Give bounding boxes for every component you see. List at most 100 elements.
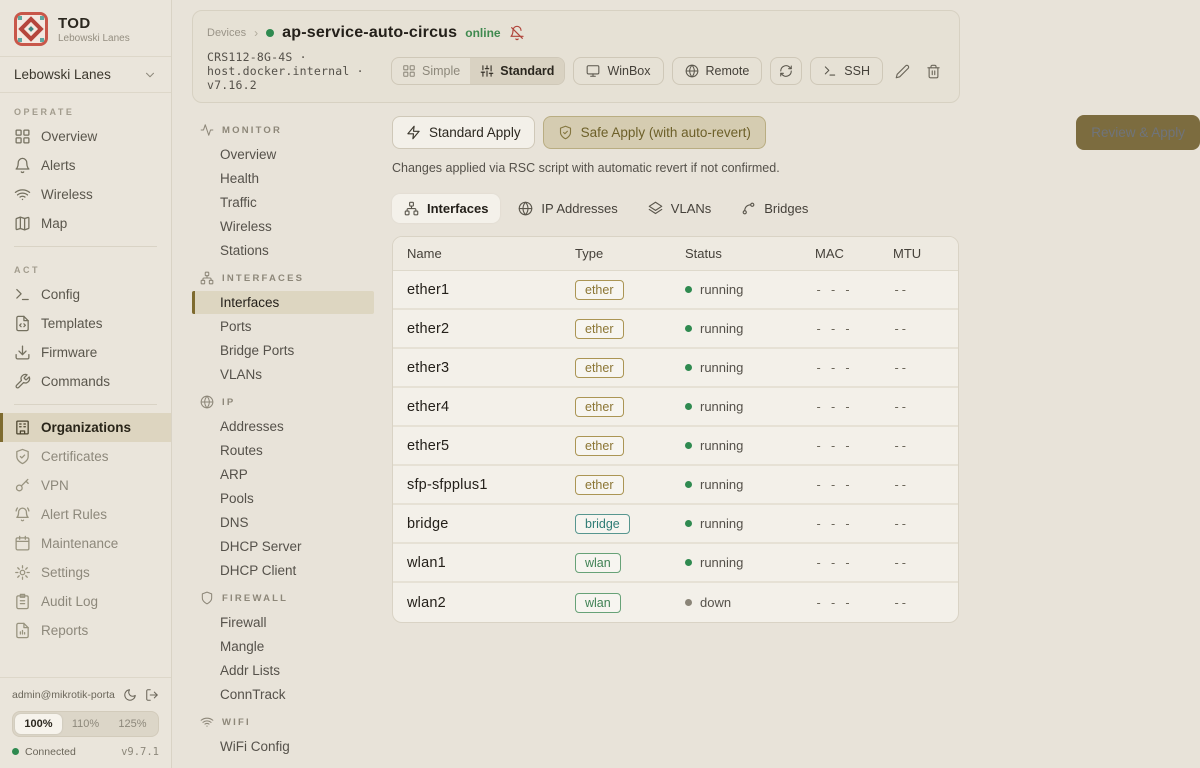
view-option-simple[interactable]: Simple <box>392 58 470 84</box>
table-row[interactable]: bridge bridge running - - - -- <box>393 505 958 544</box>
remote-button[interactable]: Remote <box>672 57 763 85</box>
standard-apply-button[interactable]: Standard Apply <box>392 116 535 149</box>
table-header: Name Type Status MAC MTU <box>393 237 958 271</box>
layers-icon <box>648 201 663 216</box>
subnav-item-addresses[interactable]: Addresses <box>192 415 374 438</box>
sidebar-item-templates[interactable]: Templates <box>0 309 171 338</box>
zoom-option-100-[interactable]: 100% <box>15 714 62 734</box>
org-selector[interactable]: Lebowski Lanes <box>0 56 171 93</box>
mtu-value: -- <box>893 361 944 375</box>
table-row[interactable]: ether1 ether running - - - -- <box>393 271 958 310</box>
sidebar-item-alerts[interactable]: Alerts <box>0 151 171 180</box>
tab-interfaces[interactable]: Interfaces <box>392 194 500 223</box>
subnav-item-interfaces[interactable]: Interfaces <box>192 291 374 314</box>
mac-value: - - - <box>815 478 893 492</box>
subnav-item-bridge-ports[interactable]: Bridge Ports <box>192 339 374 362</box>
sidebar-item-organizations[interactable]: Organizations <box>0 413 171 442</box>
table-row[interactable]: ether2 ether running - - - -- <box>393 310 958 349</box>
sidebar-item-label: Templates <box>41 316 103 331</box>
review-apply-button[interactable]: Review & Apply <box>1076 115 1200 150</box>
sidebar-item-commands[interactable]: Commands <box>0 367 171 396</box>
breadcrumb-devices[interactable]: Devices <box>207 27 246 39</box>
tab-bridges[interactable]: Bridges <box>729 194 820 223</box>
org-selector-value: Lebowski Lanes <box>14 67 111 82</box>
sidebar-item-map[interactable]: Map <box>0 209 171 238</box>
nav-group-label: OPERATE <box>0 97 171 122</box>
main-panel: Standard Apply Safe Apply (with auto-rev… <box>392 111 1200 768</box>
key-icon <box>14 477 31 494</box>
subnav-item-wireless[interactable]: Wireless <box>192 215 374 238</box>
interface-name: ether3 <box>407 360 575 376</box>
sidebar-item-reports[interactable]: Reports <box>0 616 171 645</box>
subnav-item-conntrack[interactable]: ConnTrack <box>192 683 374 706</box>
edit-button[interactable] <box>891 60 914 83</box>
subnav-item-ports[interactable]: Ports <box>192 315 374 338</box>
mtu-value: -- <box>893 322 944 336</box>
status-dot <box>685 559 692 566</box>
sidebar-item-maintenance[interactable]: Maintenance <box>0 529 171 558</box>
view-option-standard[interactable]: Standard <box>470 58 564 84</box>
sidebar-item-wireless[interactable]: Wireless <box>0 180 171 209</box>
zoom-option-110-[interactable]: 110% <box>62 714 109 734</box>
refresh-button[interactable] <box>770 57 802 85</box>
subnav-item-firewall[interactable]: Firewall <box>192 611 374 634</box>
subnav-head-ip: IP <box>192 387 392 414</box>
sidebar-item-certificates[interactable]: Certificates <box>0 442 171 471</box>
winbox-button[interactable]: WinBox <box>573 57 663 85</box>
sidebar-item-audit-log[interactable]: Audit Log <box>0 587 171 616</box>
table-row[interactable]: wlan1 wlan running - - - -- <box>393 544 958 583</box>
sidebar-item-alert-rules[interactable]: Alert Rules <box>0 500 171 529</box>
subnav-item-routes[interactable]: Routes <box>192 439 374 462</box>
network-icon <box>200 271 214 285</box>
subnav-item-health[interactable]: Health <box>192 167 374 190</box>
subnav-item-dns[interactable]: DNS <box>192 511 374 534</box>
ssh-button[interactable]: SSH <box>810 57 883 85</box>
subnav-item-wifi-config[interactable]: WiFi Config <box>192 735 374 758</box>
app-title: TOD <box>58 15 130 32</box>
safe-apply-button[interactable]: Safe Apply (with auto-revert) <box>543 116 766 149</box>
moon-icon[interactable] <box>123 688 137 702</box>
subnav-item-addr-lists[interactable]: Addr Lists <box>192 659 374 682</box>
table-row[interactable]: ether3 ether running - - - -- <box>393 349 958 388</box>
status-label: running <box>700 282 743 297</box>
table-row[interactable]: wlan2 wlan down - - - -- <box>393 583 958 622</box>
mtu-value: -- <box>893 283 944 297</box>
device-header-card: Devices › ap-service-auto-circus online … <box>192 10 960 103</box>
delete-button[interactable] <box>922 60 945 83</box>
subnav-item-dhcp-server[interactable]: DHCP Server <box>192 535 374 558</box>
device-online-dot <box>266 29 274 37</box>
subnav-head-wifi: WIFI <box>192 707 392 734</box>
type-badge: ether <box>575 358 624 378</box>
interface-name: sfp-sfpplus1 <box>407 477 575 493</box>
tab-vlans[interactable]: VLANs <box>636 194 723 223</box>
subnav-item-dhcp-client[interactable]: DHCP Client <box>192 559 374 582</box>
branch-icon <box>741 201 756 216</box>
table-row[interactable]: sfp-sfpplus1 ether running - - - -- <box>393 466 958 505</box>
sidebar-item-config[interactable]: Config <box>0 280 171 309</box>
sidebar-item-settings[interactable]: Settings <box>0 558 171 587</box>
status-dot <box>685 520 692 527</box>
sidebar-item-firmware[interactable]: Firmware <box>0 338 171 367</box>
type-badge: wlan <box>575 553 621 573</box>
bell-off-icon[interactable] <box>509 25 525 41</box>
subnav-item-stations[interactable]: Stations <box>192 239 374 262</box>
table-row[interactable]: ether5 ether running - - - -- <box>393 427 958 466</box>
zoom-option-125-[interactable]: 125% <box>109 714 156 734</box>
tab-ip-addresses[interactable]: IP Addresses <box>506 194 629 223</box>
globe-icon <box>200 395 214 409</box>
subnav-item-overview[interactable]: Overview <box>192 143 374 166</box>
sidebar-item-vpn[interactable]: VPN <box>0 471 171 500</box>
subnav-item-vlans[interactable]: VLANs <box>192 363 374 386</box>
subnav-item-arp[interactable]: ARP <box>192 463 374 486</box>
subnav-item-pools[interactable]: Pools <box>192 487 374 510</box>
logout-icon[interactable] <box>145 688 159 702</box>
nav-group-label: ACT <box>0 255 171 280</box>
status-label: running <box>700 399 743 414</box>
subnav-item-traffic[interactable]: Traffic <box>192 191 374 214</box>
subnav-item-mangle[interactable]: Mangle <box>192 635 374 658</box>
sidebar-item-label: Overview <box>41 129 97 144</box>
table-row[interactable]: ether4 ether running - - - -- <box>393 388 958 427</box>
terminal-icon <box>14 286 31 303</box>
sidebar-item-overview[interactable]: Overview <box>0 122 171 151</box>
divider <box>14 404 157 405</box>
